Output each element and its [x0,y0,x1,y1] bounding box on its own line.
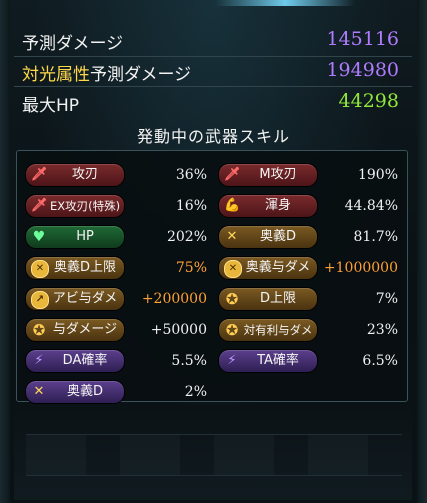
skill-name: 奥義D [66,384,103,399]
skill-row: ✕ 奥義D 2% [25,380,207,404]
skill-pill: ✪ 対有利与ダメ [218,318,318,342]
weapon-skills-title: 発動中の武器スキル [136,127,290,146]
element-damage-value: 194980 [326,59,399,81]
skill-pill: ✕ 奥義D [218,225,318,249]
skill-name: 渾身 [264,198,291,213]
heart-icon: ♥ [32,229,46,245]
skill-name: 与ダメージ [52,322,118,337]
skill-value: 75% [175,260,207,276]
sword-icon: 🗡 [31,167,48,182]
skill-value: 44.84% [344,198,398,214]
skill-pill: 🗡 攻刃 [25,163,125,187]
skill-value: 16% [175,198,207,214]
skill-pill: ⚡ DA確率 [25,349,125,373]
skill-value: 2% [184,384,207,400]
skill-name: HP [76,229,94,244]
max-hp-label: 最大HP [22,96,80,116]
skill-name: M攻刃 [259,167,297,182]
lightning-icon: ⚡ [34,353,44,368]
skill-row: ⚡ TA確率 6.5% [218,349,398,373]
skill-name: アビ与ダメ [52,291,118,306]
skill-pill: ✕ 奥義D上限 [25,256,125,280]
flex-arm-icon: 💪 [224,198,241,213]
skill-value: 36% [175,167,207,183]
skill-row: 🗡 EX攻刃(特殊) 16% [25,194,207,218]
skill-row: ✪ D上限 7% [218,287,398,311]
skill-pill: 🗡 M攻刃 [218,163,318,187]
top-glow-decoration [215,0,355,6]
left-frame-border [0,0,10,503]
skill-pill: ✕ 奥義与ダメ [218,256,318,280]
skill-value: 5.5% [171,353,207,369]
skill-name: DA確率 [62,353,108,368]
skill-value: 6.5% [362,353,398,369]
skill-value: 202% [166,229,207,245]
right-frame-border [417,0,427,503]
skill-pill: ♥ HP [25,225,125,249]
skill-value: 7% [375,291,398,307]
skill-name: TA確率 [257,353,299,368]
skill-row: ✕ 奥義D 81.7% [218,225,398,249]
skill-pill: ✕ 奥義D [25,380,125,404]
predicted-damage-value: 145116 [326,28,399,50]
element-damage-label: 対光属性予測ダメージ [22,60,191,85]
element-damage-label-rest: 予測ダメージ [90,65,192,85]
skill-pill: 🗡 EX攻刃(特殊) [25,194,125,218]
divider [14,56,412,57]
skill-name: D上限 [259,291,296,306]
skill-row: 💪 渾身 44.84% [218,194,398,218]
gear-icon: ✪ [32,321,46,339]
gear-icon: ✪ [225,290,239,308]
skill-row: 🗡 M攻刃 190% [218,163,398,187]
skill-value: 23% [366,322,398,338]
background-ghost-ui [26,434,402,476]
skill-pill: ✪ D上限 [218,287,318,311]
skill-name: 対有利与ダメ [243,323,313,337]
skill-pill: ↗ アビ与ダメ [25,287,125,311]
skill-row: ✕ 奥義D上限 75% [25,256,207,280]
max-hp-value: 44298 [338,90,399,112]
cross-swords-icon: ✕ [33,384,45,399]
skill-pill: ⚡ TA確率 [218,349,318,373]
skill-row: ✪ 対有利与ダメ 23% [218,318,398,342]
skill-name: 攻刃 [71,167,98,182]
skill-row: ↗ アビ与ダメ +200000 [25,287,207,311]
skill-row: ✕ 奥義与ダメ +1000000 [218,256,398,280]
skill-pill: 💪 渾身 [218,194,318,218]
lightning-icon: ⚡ [227,353,237,368]
skill-row: ✪ 与ダメージ +50000 [25,318,207,342]
sword-icon: 🗡 [224,167,241,182]
skill-name: 奥義与ダメ [245,260,311,275]
skill-row: ♥ HP 202% [25,225,207,249]
skill-value: +200000 [141,291,207,307]
skill-value: 81.7% [353,229,398,245]
skill-name: 奥義D [259,229,296,244]
skill-name: 奥義D上限 [53,260,116,275]
skill-value: 190% [357,167,398,183]
divider [14,86,412,87]
skill-pill: ✪ 与ダメージ [25,318,125,342]
skill-name: EX攻刃(特殊) [49,199,121,213]
skill-row: 🗡 攻刃 36% [25,163,207,187]
cross-swords-icon: ✕ [226,229,238,244]
skill-row: ⚡ DA確率 5.5% [25,349,207,373]
gear-icon: ✪ [225,321,239,339]
predicted-damage-label: 予測ダメージ [22,34,124,54]
skill-value: +1000000 [323,260,398,276]
sword-icon: 🗡 [31,198,48,213]
skill-value: +50000 [150,322,207,338]
element-damage-label-element: 対光属性 [22,65,90,85]
